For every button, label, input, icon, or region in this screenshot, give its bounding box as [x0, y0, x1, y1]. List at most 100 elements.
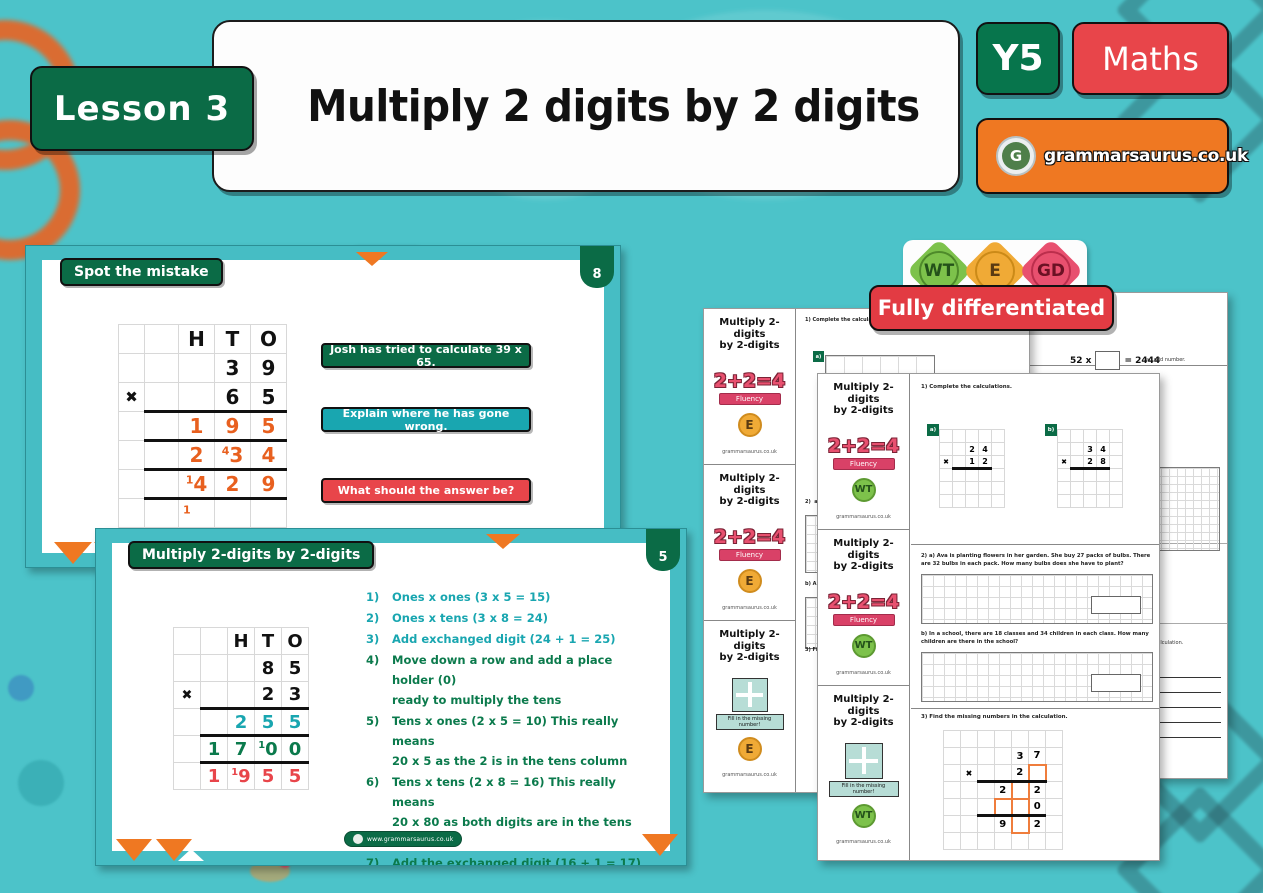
worksheet-panel: Multiply 2-digits by 2-digits 2+2=4 Flue… [818, 374, 909, 530]
method-calc-table: H T O 85 ✖ 23 2 5 5 1 7 10 0 1 19 5 5 [173, 627, 309, 790]
list-item: 1) Ones x ones (3 x 5 = 15) [366, 587, 656, 607]
q3-heading: 3) Find the missing numbers in the calcu… [921, 714, 1068, 720]
far-right-note-1: an odd number. [1146, 357, 1186, 363]
subject-badge: Maths [1072, 22, 1229, 95]
grammarsaurus-logo-icon [353, 834, 363, 844]
badge-coin-wt: WT [851, 477, 876, 502]
front-sheet-left-column: Multiply 2-digits by 2-digits 2+2=4 Flue… [818, 374, 910, 860]
table-row [939, 494, 1005, 508]
table-row: ✖ 2 8 [1057, 455, 1123, 469]
worksheet-title-line2: by 2-digits [719, 496, 780, 507]
table-row [1057, 467, 1123, 482]
worksheet-panel: Multiply 2-digits by 2-digits Fill in th… [818, 686, 909, 845]
question-button-josh[interactable]: Josh has tried to calculate 39 x 65. [321, 343, 531, 369]
table-row: ✖ 65 [118, 382, 287, 412]
worksheet-title-line1: Multiply 2-digits [719, 317, 780, 340]
table-row [1057, 494, 1123, 508]
slide-multiply-method[interactable]: Multiply 2-digits by 2-digits 5 H T O 85… [95, 528, 687, 866]
list-item: 4) Move down a row and add a place holde… [366, 650, 656, 710]
worksheet-stack-front[interactable]: Multiply 2-digits by 2-digits 2+2=4 Flue… [817, 373, 1160, 861]
table-row: ✖ 23 [173, 681, 309, 709]
eq-prompt-text: 52 x [1070, 355, 1092, 366]
decor-dot-1 [18, 760, 64, 806]
table-row [943, 832, 1063, 850]
worksheet-title: Multiply 2-digits by 2-digits [822, 382, 905, 417]
badge-coin-e: E [737, 412, 762, 437]
table-row: ✖ 2 [943, 763, 1063, 783]
footer-url-text: www.grammarsaurus.co.uk [367, 835, 454, 843]
eq-answer-box[interactable] [1095, 351, 1121, 370]
missing-cell[interactable] [1010, 814, 1030, 834]
page-title: Multiply 2 digits by 2 digits [307, 80, 920, 132]
sub-question-tag-b: b) [1045, 424, 1057, 436]
table-header-row: H T O [118, 324, 287, 354]
table-row: 1 19 5 5 [173, 761, 309, 790]
worksheet-footer: grammarsaurus.co.uk [722, 771, 777, 778]
missing-cell[interactable] [1010, 780, 1030, 800]
table-row [1057, 429, 1123, 443]
q2b-heading: b) A [805, 581, 817, 587]
table-row: 9 2 [943, 814, 1063, 834]
logo-letter: G [1002, 142, 1030, 170]
q2a-text: 2) a) Ava is planting flowers in her gar… [921, 553, 1151, 568]
q2a-answer-box[interactable] [1091, 596, 1141, 614]
table-row [1057, 481, 1123, 495]
table-row: ✖ 1 2 [939, 455, 1005, 469]
worksheet-title: Multiply 2-digits by 2-digits [708, 317, 791, 352]
question-button-explain[interactable]: Explain where he has gone wrong. [321, 407, 531, 433]
step-number: 5) [366, 714, 380, 728]
brand-url-text: grammarsaurus.co.uk [1044, 146, 1248, 166]
badge-coin-wt: WT [851, 633, 876, 658]
header-title-card: Multiply 2 digits by 2 digits [212, 20, 960, 192]
worksheet-title-line1: Multiply 2-digits [719, 473, 780, 496]
table-header-row: H T O [173, 627, 309, 655]
decor-dot-2 [8, 675, 34, 701]
missing-cell[interactable] [1027, 763, 1047, 783]
front-sheet-divider-1 [911, 544, 1159, 545]
q2b-answer-box[interactable] [1091, 674, 1141, 692]
table-row: 1 [118, 497, 287, 528]
equation-art: 2+2=4 [827, 434, 900, 457]
list-item: 5) Tens x ones (2 x 5 = 10) This really … [366, 711, 656, 771]
step-number: 7) [366, 856, 380, 866]
missing-cell[interactable] [1010, 797, 1030, 817]
slide-spot-label: Spot the mistake [60, 258, 223, 286]
slide-spot-the-mistake[interactable]: Spot the mistake 8 H T O 39 ✖ 65 1 9 5 2… [25, 245, 621, 568]
slide-spot-page-number: 8 [580, 246, 614, 288]
badge-coin-e: E [737, 568, 762, 593]
method-steps-list: 1) Ones x ones (3 x 5 = 15) 2) Ones x te… [366, 587, 656, 866]
worksheet-title: Multiply 2-digits by 2-digits [708, 629, 791, 664]
step-number: 4) [366, 653, 380, 667]
table-row: 0 [943, 797, 1063, 817]
badge-label: E [989, 261, 1001, 281]
table-row: 1 9 5 [118, 410, 287, 441]
worksheet-title-line2: by 2-digits [719, 652, 780, 663]
table-row: 1 7 10 0 [173, 734, 309, 763]
spot-the-mistake-calc-table: H T O 39 ✖ 65 1 9 5 2 43 4 14 2 9 1 [118, 324, 287, 528]
fluency-chip: Fluency [718, 548, 781, 561]
question-button-answer[interactable]: What should the answer be? [321, 478, 531, 503]
grammarsaurus-logo-icon: G [996, 136, 1036, 176]
step-line: Tens x ones (2 x 5 = 10) This really mea… [392, 714, 619, 748]
worksheet-panel: Multiply 2-digits by 2-digits 2+2=4 Flue… [704, 309, 795, 465]
step-text: Add the exchanged digit (16 + 1 = 17) [392, 856, 641, 866]
step-number: 3) [366, 632, 380, 646]
worksheet-title-line1: Multiply 2-digits [833, 538, 894, 561]
fluency-chip: Fluency [718, 392, 781, 405]
step-line: 20 x 5 as the 2 is in the tens column [392, 754, 628, 768]
q1a-calc-table[interactable]: 24 ✖ 1 2 [939, 429, 1005, 508]
table-row [939, 467, 1005, 482]
worksheet-footer: grammarsaurus.co.uk [836, 513, 891, 520]
worksheet-title-line1: Multiply 2-digits [719, 629, 780, 652]
q1b-calc-table[interactable]: 34 ✖ 2 8 [1057, 429, 1123, 508]
worksheet-footer: grammarsaurus.co.uk [722, 448, 777, 455]
worksheet-title-line1: Multiply 2-digits [833, 694, 894, 717]
table-row: 2 5 5 [173, 707, 309, 736]
decor-corner-triangles-top [356, 252, 476, 266]
brand-badge[interactable]: G grammarsaurus.co.uk [976, 118, 1248, 194]
slide-footer-brand[interactable]: www.grammarsaurus.co.uk [344, 831, 463, 847]
worksheet-title-line2: by 2-digits [833, 561, 894, 572]
q3-missing-numbers-table[interactable]: 37 ✖ 2 2 2 0 9 2 [943, 730, 1063, 850]
missing-cell[interactable] [993, 797, 1013, 817]
decor-corner-triangles-top2 [486, 534, 606, 550]
